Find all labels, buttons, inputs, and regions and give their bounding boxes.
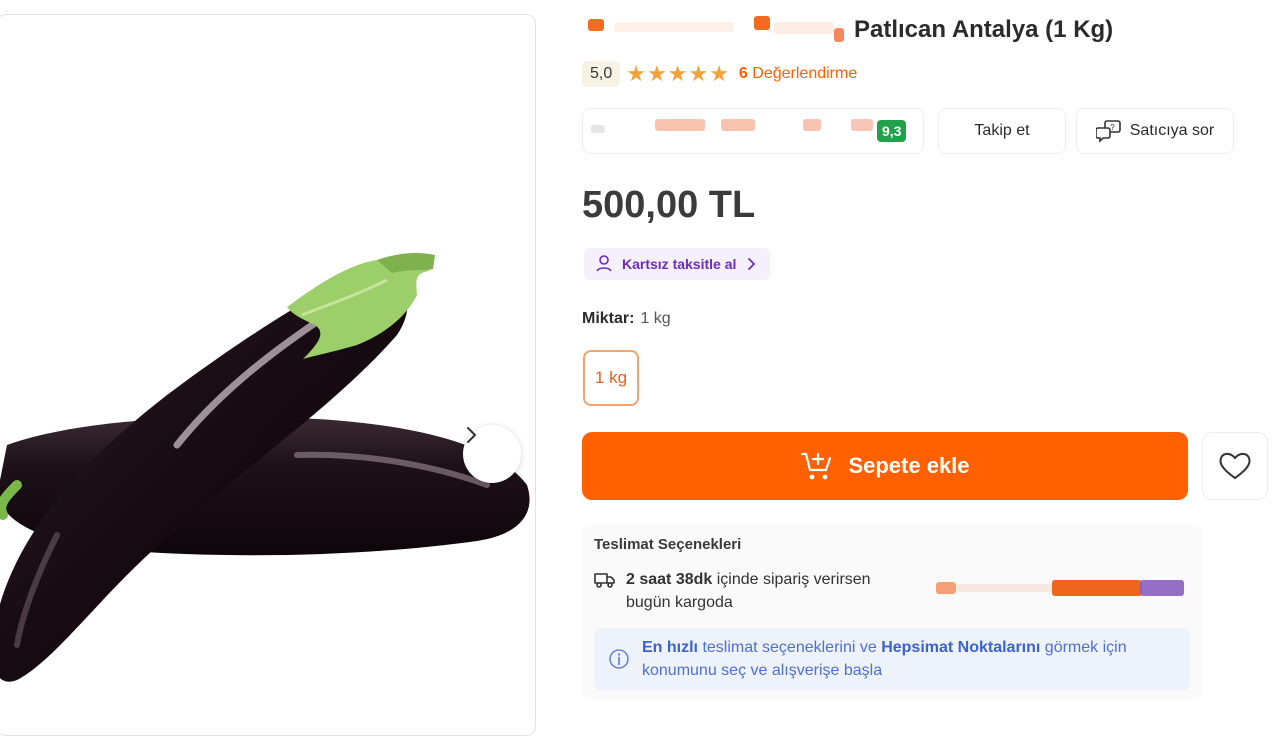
favorite-button[interactable] <box>1202 432 1268 500</box>
product-price: 500,00 TL <box>582 184 756 226</box>
delivery-line2: bugün kargoda <box>626 594 733 611</box>
courier-info-blurred <box>936 578 1188 598</box>
delivery-time-rest: içinde sipariş verirsen <box>712 571 871 588</box>
note-line2: konumunu seç ve alışverişe başla <box>642 662 883 679</box>
installment-icon <box>596 255 612 272</box>
star-icon: ★ <box>688 61 709 86</box>
note-hepsimat: Hepsimat Noktalarını <box>881 639 1041 656</box>
star-icon: ★ <box>667 61 688 86</box>
delivery-info: 2 saat 38dk içinde sipariş verirsen bugü… <box>594 568 871 614</box>
product-image-gallery <box>0 14 536 736</box>
add-to-cart-button[interactable]: Sepete ekle <box>582 432 1188 500</box>
delivery-title: Teslimat Seçenekleri <box>594 536 742 553</box>
rating-stars: ★ ★ ★ ★ ★ <box>626 63 729 85</box>
ask-seller-label: Satıcıya sor <box>1129 122 1215 139</box>
chevron-right-icon <box>467 427 476 443</box>
cart-plus-icon <box>801 452 832 480</box>
installment-label: Kartsız taksitle al <box>622 256 737 272</box>
star-icon: ★ <box>646 61 667 86</box>
chevron-right-icon <box>748 258 756 270</box>
quantity-value: 1 kg <box>640 310 671 327</box>
quantity-label-text: Miktar: <box>582 310 635 327</box>
reviews-link[interactable]: 6 Değerlendirme <box>739 65 857 83</box>
delivery-time: 2 saat 38dk <box>626 571 713 588</box>
delivery-options-panel: Teslimat Seçenekleri 2 saat 38dk içinde … <box>582 524 1202 700</box>
add-to-cart-label: Sepete ekle <box>848 453 970 478</box>
svg-text:?: ? <box>1110 123 1115 132</box>
quantity-label: Miktar: 1 kg <box>582 310 671 328</box>
review-count: 6 <box>738 65 748 82</box>
seller-info-box[interactable]: 9,3 <box>582 108 924 154</box>
location-info-note[interactable]: En hızlı teslimat seçeneklerini ve Hepsi… <box>594 628 1190 690</box>
rating-row: 5,0 ★ ★ ★ ★ ★ 6 Değerlendirme <box>582 60 857 88</box>
truck-icon <box>594 573 615 588</box>
seller-name-blurred <box>591 125 605 133</box>
quantity-option-1kg[interactable]: 1 kg <box>583 350 639 406</box>
review-label: Değerlendirme <box>752 65 858 82</box>
note-text-1: teslimat seçeneklerini ve <box>698 639 882 656</box>
info-icon <box>609 649 629 669</box>
next-image-button[interactable] <box>463 425 521 483</box>
seller-score-badge: 9,3 <box>877 120 907 142</box>
follow-button[interactable]: Takip et <box>938 108 1066 154</box>
eggplant-image <box>0 252 530 682</box>
installment-button[interactable]: Kartsız taksitle al <box>584 248 771 280</box>
ask-seller-button[interactable]: ? Satıcıya sor <box>1076 108 1234 154</box>
product-title: Patlıcan Antalya (1 Kg) <box>854 16 1114 43</box>
heart-icon <box>1219 452 1251 480</box>
brand-name-blurred <box>584 14 850 44</box>
star-icon: ★ <box>709 61 729 86</box>
rating-score: 5,0 <box>582 61 621 87</box>
star-icon: ★ <box>626 61 646 86</box>
note-text-2: görmek için <box>1040 639 1127 656</box>
note-fastest: En hızlı <box>642 639 698 656</box>
chat-question-icon: ? <box>1095 120 1121 143</box>
